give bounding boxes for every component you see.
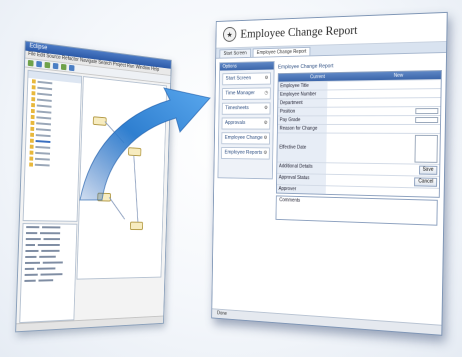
tab-employee-change-report[interactable]: Employee Change Report xyxy=(252,46,311,57)
section-title: Employee Change Report xyxy=(277,63,334,71)
folder-icon xyxy=(31,79,36,84)
gear-icon: ⚙ xyxy=(263,135,268,141)
table-row: Department xyxy=(278,97,441,108)
report-main: Employee Change Report Current New Emplo… xyxy=(274,57,442,324)
cancel-button[interactable]: Cancel xyxy=(414,177,438,187)
ide-properties-panel xyxy=(19,223,78,324)
sidebar-item-timesheets[interactable]: Timesheets ⚙ xyxy=(221,102,271,115)
folder-icon xyxy=(31,91,36,96)
clock-icon: ◷ xyxy=(264,90,269,96)
property-row[interactable] xyxy=(21,277,74,284)
sidebar-item-approvals[interactable]: Approvals ⚙ xyxy=(221,117,271,130)
transform-arrow-icon xyxy=(79,87,211,201)
sidebar-header: Options xyxy=(220,61,274,71)
company-logo-icon: ★ xyxy=(222,26,237,42)
debug-icon[interactable] xyxy=(36,60,42,68)
sidebar-item-employee-reports[interactable]: Employee Reports ⚙ xyxy=(221,146,270,160)
gear-icon: ⚙ xyxy=(264,105,268,111)
gear-icon: ⚙ xyxy=(263,150,268,156)
folder-icon xyxy=(29,162,34,167)
column-header: New xyxy=(393,72,404,79)
folder-icon xyxy=(31,97,36,102)
folder-icon xyxy=(30,114,35,120)
column-header: Current xyxy=(310,74,325,81)
options-sidebar: Options Start Screen ⚙ Time Manager ◷ Time… xyxy=(217,61,275,180)
comments-field[interactable]: Comments xyxy=(275,195,438,226)
effective-date-field[interactable] xyxy=(414,134,438,163)
folder-icon xyxy=(29,150,34,155)
table-row: Pay Grade xyxy=(277,115,441,124)
run-icon[interactable] xyxy=(44,61,51,69)
sidebar-item-start-screen[interactable]: Start Screen ⚙ xyxy=(222,72,272,86)
file-icon xyxy=(29,138,34,143)
save-button[interactable]: Save xyxy=(418,165,438,175)
folder-icon xyxy=(29,156,34,161)
position-select[interactable] xyxy=(415,108,439,115)
page-title: Employee Change Report xyxy=(240,22,358,41)
tab-start-screen[interactable]: Start Screen xyxy=(219,48,251,58)
run-icon[interactable] xyxy=(27,59,34,67)
table-row: Position xyxy=(278,106,441,116)
report-window: ★ Employee Change Report Start Screen Em… xyxy=(211,11,448,336)
folder-icon xyxy=(29,144,34,149)
screenshot-stage: Eclipse File Edit Source Refactor Naviga… xyxy=(0,0,462,357)
folder-icon xyxy=(31,85,36,90)
folder-icon xyxy=(30,108,35,114)
folder-icon xyxy=(30,120,35,126)
pay-grade-select[interactable] xyxy=(415,117,439,123)
change-grid: Current New Employee Title Employee Numb… xyxy=(275,70,442,198)
table-row: Reason for Change xyxy=(277,123,441,133)
debug-icon[interactable] xyxy=(52,62,59,70)
gear-icon: ⚙ xyxy=(263,120,268,126)
table-row: Effective Date xyxy=(277,132,440,164)
sidebar-item-employee-change[interactable]: Employee Change ⚙ xyxy=(221,132,271,145)
sidebar-item-time-manager[interactable]: Time Manager ◷ xyxy=(222,87,271,101)
folder-icon xyxy=(31,102,35,108)
flow-node[interactable] xyxy=(129,221,144,231)
gear-icon: ⚙ xyxy=(264,75,269,81)
folder-icon xyxy=(30,132,35,137)
folder-icon xyxy=(30,126,35,131)
comments-label: Comments xyxy=(279,197,301,204)
